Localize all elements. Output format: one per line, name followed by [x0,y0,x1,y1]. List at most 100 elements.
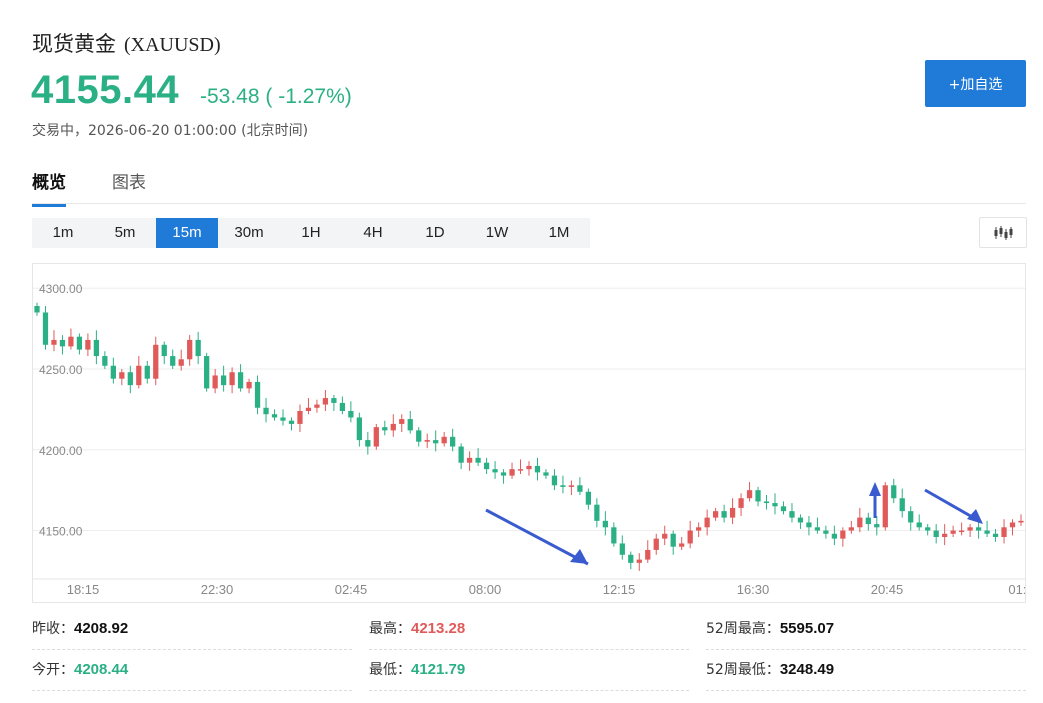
candle-body [280,417,286,421]
candle-body [628,554,634,563]
candle-body [831,533,838,539]
candle-body [670,533,676,547]
candle-body [229,372,235,386]
candle-body [543,472,549,476]
candle-body [611,527,617,544]
candle-body [110,365,116,379]
period-1h[interactable]: 1H [280,218,342,248]
candle-body [958,530,965,533]
candle-body [85,339,91,350]
y-tick-label: 4250.00 [39,363,83,377]
period-4h[interactable]: 4H [342,218,404,248]
stat-label: 最低： [369,662,411,678]
candle-body [492,469,498,473]
period-1mo[interactable]: 1M [528,218,590,248]
candle-body [509,469,515,476]
stat-value: 4213.28 [411,620,466,637]
candle-body [288,420,295,424]
stat-value: 4208.44 [74,661,129,678]
instrument-name: 现货黄金 [32,32,116,56]
candle-body [441,436,447,444]
candle-body [76,336,83,350]
chart-type-button[interactable] [979,217,1027,248]
candle-body [950,530,956,534]
price-chart[interactable]: 4300.00 4250.00 4200.00 4150.00 18:15 22:30 0… [32,263,1026,603]
stat-label: 最高： [369,621,411,637]
period-selector: 1m 5m 15m 30m 1H 4H 1D 1W 1M [32,218,590,248]
candle-body [992,533,999,537]
candle-body [339,402,346,411]
candle-body [195,339,201,357]
candle-body [144,365,150,379]
stat-label: 52周最低： [706,662,780,678]
candle-body [297,411,303,424]
candle-body [840,530,846,539]
candle-body [560,485,566,487]
candle-body [314,404,320,408]
candle-body [687,530,693,544]
candle-body [916,522,922,528]
candle-body [450,436,456,447]
candle-body [178,359,184,366]
candle-body [848,527,854,531]
trend-arrow-down-1 [485,508,589,566]
y-tick-label: 4200.00 [39,444,83,458]
candle-body [933,530,939,537]
candle-body [551,475,558,486]
period-30m[interactable]: 30m [218,218,280,248]
instrument-code: (XAUUSD) [124,34,221,56]
period-1d[interactable]: 1D [404,218,466,248]
candle-body [237,372,244,389]
trend-arrow-up-head [869,482,881,496]
grid-layer [33,287,1025,580]
period-1m[interactable]: 1m [32,218,94,248]
x-tick-label: 12:15 [603,582,636,597]
candle-body [704,517,710,528]
candle-body [942,533,948,537]
tab-chart[interactable]: 图表 [112,168,146,204]
candle-body [602,520,608,528]
candle-body [305,407,312,411]
candle-body [738,498,744,508]
tab-bar: 概览 图表 [32,160,1026,207]
candle-body [526,465,532,470]
candle-body [254,381,261,408]
candle-body [789,511,795,518]
add-to-watchlist-button[interactable]: +加自选 [925,60,1026,107]
candle-body [645,549,651,560]
candle-body [51,339,57,345]
candle-body [882,485,888,528]
period-1w[interactable]: 1W [466,218,528,248]
period-15m[interactable]: 15m [156,218,218,248]
candle-body [466,457,473,463]
candle-body [331,398,337,403]
candle-body [865,517,871,525]
stat-52w-low: 52周最低：3248.49 [706,649,1026,691]
x-tick-label: 22:30 [201,582,234,597]
candle-body [458,446,464,463]
candle-body [967,527,973,531]
period-5m[interactable]: 5m [94,218,156,248]
x-tick-label: 18:15 [67,582,100,597]
x-tick-label: 16:30 [737,582,770,597]
current-price: 4155.44 [31,68,180,112]
x-tick-label: 01:0 [1008,582,1025,597]
stat-label: 昨收： [32,621,74,637]
candle-body [814,527,821,531]
stat-open: 今开：4208.44 [32,649,352,691]
trading-status: 交易中，2026-06-20 01:00:00 (北京时间) [32,123,309,139]
stat-high: 最高：4213.28 [369,608,689,650]
candle-body [161,344,167,357]
candle-body [433,440,439,444]
stat-label: 今开： [32,662,74,678]
candle-body [119,372,125,379]
price-change: -53.48 ( -1.27%) [200,85,352,108]
tab-overview[interactable]: 概览 [32,168,66,207]
candle-body [153,344,159,379]
candle-body [373,427,379,447]
candle-body [568,485,575,487]
stat-52w-high: 52周最高：5595.07 [706,608,1026,650]
candle-body [636,559,642,563]
candle-body [382,427,388,431]
candle-body [729,507,736,518]
